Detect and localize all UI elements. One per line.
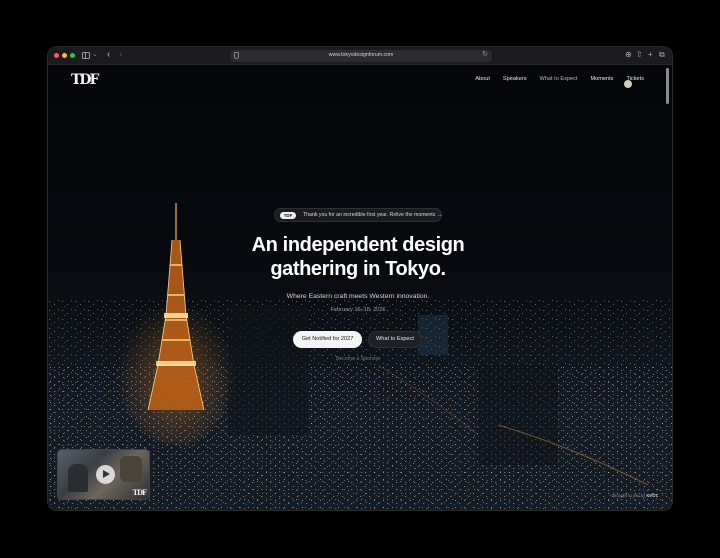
main-nav: About Speakers What to Expect Moments Ti… xyxy=(475,76,644,82)
play-icon[interactable] xyxy=(96,465,115,484)
reload-icon[interactable]: ↻ xyxy=(482,50,488,58)
event-date: February 16–18, 2026 xyxy=(330,307,386,313)
download-icon[interactable]: ⊕ xyxy=(625,50,632,59)
share-icon[interactable]: ⇧ xyxy=(636,50,643,59)
headline-line-1: An independent design xyxy=(251,234,465,256)
hero-subheading: Where Eastern craft meets Western innova… xyxy=(286,293,430,300)
minimize-window-button[interactable] xyxy=(62,53,67,58)
announcement-text: Thank you for an incredible first year. … xyxy=(303,212,442,218)
address-bar[interactable]: www.tokyodesignforum.com ↻ xyxy=(230,50,492,62)
become-sponsor-link[interactable]: Become a Sponsor xyxy=(308,356,408,362)
what-to-expect-button[interactable]: What to Expect xyxy=(368,331,422,348)
credit-prefix: Brought to you by xyxy=(612,493,646,498)
hero-headline: An independent design gathering in Tokyo… xyxy=(198,233,518,281)
back-arrow-icon[interactable]: ‹ xyxy=(107,49,110,60)
footer-credit: Brought to you by KVOT xyxy=(612,493,658,498)
video-logo: TDF xyxy=(132,488,147,497)
headline-line-2: gathering in Tokyo. xyxy=(270,258,446,280)
nav-item-tickets[interactable]: Tickets xyxy=(626,76,644,82)
scrollbar[interactable] xyxy=(666,68,669,104)
video-scene-figure xyxy=(68,464,88,492)
zoom-window-button[interactable] xyxy=(70,53,75,58)
hero-page: TDF About Speakers What to Expect Moment… xyxy=(48,65,672,510)
close-window-button[interactable] xyxy=(54,53,59,58)
browser-toolbar: ⌄ ‹ › www.tokyodesignforum.com ↻ ⊕ ⇧ + ⧉ xyxy=(48,47,672,65)
nav-item-speakers[interactable]: Speakers xyxy=(503,76,527,82)
get-notified-button[interactable]: Get Notified for 2027 xyxy=(293,331,362,348)
credit-brand[interactable]: KVOT xyxy=(646,493,658,498)
video-thumbnail[interactable]: TDF xyxy=(57,449,150,500)
chevron-down-icon[interactable]: ⌄ xyxy=(92,50,98,58)
tokyo-night-skyline-image xyxy=(48,80,672,510)
nav-item-what-to-expect[interactable]: What to Expect xyxy=(540,76,578,82)
nav-item-about[interactable]: About xyxy=(475,76,490,82)
video-scene-figure-2 xyxy=(120,456,142,482)
nav-item-moments[interactable]: Moments xyxy=(590,76,613,82)
announcement-pill[interactable]: TDF Thank you for an incredible first ye… xyxy=(274,208,442,222)
browser-window: ⌄ ‹ › www.tokyodesignforum.com ↻ ⊕ ⇧ + ⧉ xyxy=(48,47,672,510)
new-tab-icon[interactable]: + xyxy=(648,50,653,59)
url-text: www.tokyodesignforum.com xyxy=(328,52,394,58)
site-logo[interactable]: TDF xyxy=(71,72,99,88)
tab-overview-icon[interactable]: ⧉ xyxy=(659,50,665,60)
tdf-badge: TDF xyxy=(280,211,296,219)
sidebar-icon[interactable] xyxy=(82,52,90,59)
forward-arrow-icon[interactable]: › xyxy=(119,49,122,60)
